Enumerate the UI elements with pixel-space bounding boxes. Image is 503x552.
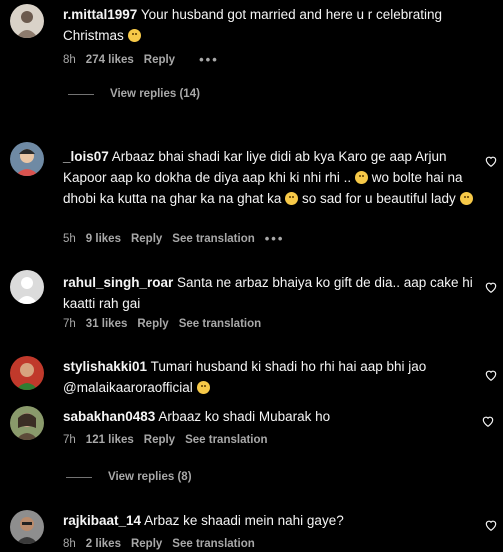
comment-username[interactable]: rahul_singh_roar	[63, 275, 173, 290]
comment-body: stylishakki01 Tumari husband ki shadi ho…	[63, 356, 468, 398]
heart-icon[interactable]	[484, 280, 498, 294]
emoji-icon	[196, 381, 210, 394]
avatar[interactable]	[10, 142, 44, 176]
see-translation-button[interactable]: See translation	[185, 434, 267, 446]
reply-button[interactable]: Reply	[131, 233, 162, 245]
comment-body: _lois07 Arbaaz bhai shadi kar liye didi …	[63, 146, 473, 209]
comment-username[interactable]: _lois07	[63, 149, 109, 164]
reply-button[interactable]: Reply	[131, 538, 162, 550]
comment-username[interactable]: rajkibaat_14	[63, 513, 141, 528]
comment-meta: 8h 274 likes Reply •••	[63, 52, 229, 67]
comment-username[interactable]: sabakhan0483	[63, 409, 155, 424]
see-translation-button[interactable]: See translation	[172, 233, 254, 245]
comment-time: 7h	[63, 318, 76, 330]
heart-icon[interactable]	[484, 518, 498, 532]
comment-item: sabakhan0483 Arbaaz ko shadi Mubarak ho …	[0, 404, 503, 490]
emoji-icon	[127, 29, 141, 42]
view-replies-label[interactable]: View replies (14)	[110, 88, 200, 100]
likes-count[interactable]: 121 likes	[86, 434, 134, 446]
view-replies-label[interactable]: View replies (8)	[108, 471, 192, 483]
comment-username[interactable]: stylishakki01	[63, 359, 147, 374]
reply-button[interactable]: Reply	[144, 434, 175, 446]
comment-username[interactable]: r.mittal1997	[63, 7, 137, 22]
avatar[interactable]	[10, 510, 44, 544]
avatar[interactable]	[10, 406, 44, 440]
see-translation-button[interactable]: See translation	[179, 318, 261, 330]
comment-body: sabakhan0483 Arbaaz ko shadi Mubarak ho	[63, 406, 468, 427]
likes-count[interactable]: 31 likes	[86, 318, 128, 330]
comment-body: r.mittal1997 Your husband got married an…	[63, 4, 468, 46]
emoji-icon	[354, 171, 368, 184]
comment-text-end: so sad for u beautiful lady	[301, 191, 456, 206]
comment-meta: 8h 2 likes Reply See translation	[63, 538, 265, 550]
more-options-icon[interactable]: •••	[265, 231, 285, 246]
comment-item: r.mittal1997 Your husband got married an…	[0, 0, 503, 110]
reply-button[interactable]: Reply	[144, 54, 175, 66]
avatar[interactable]	[10, 270, 44, 304]
heart-icon[interactable]	[481, 414, 495, 428]
avatar[interactable]	[10, 356, 44, 390]
comment-item: stylishakki01 Tumari husband ki shadi ho…	[0, 352, 503, 398]
heart-icon[interactable]	[484, 154, 498, 168]
divider	[66, 476, 92, 478]
comment-item: rahul_singh_roar Santa ne arbaz bhaiya k…	[0, 268, 503, 338]
comment-meta: 7h 31 likes Reply See translation	[63, 318, 271, 330]
likes-count[interactable]: 2 likes	[86, 538, 121, 550]
emoji-icon	[459, 192, 473, 205]
comment-body: rahul_singh_roar Santa ne arbaz bhaiya k…	[63, 272, 473, 314]
reply-button[interactable]: Reply	[137, 318, 168, 330]
heart-icon[interactable]	[484, 368, 498, 382]
comment-text: Arbaaz ko shadi Mubarak ho	[158, 409, 331, 424]
comment-item: rajkibaat_14 Arbaz ke shaadi mein nahi g…	[0, 508, 503, 552]
comment-item: _lois07 Arbaaz bhai shadi kar liye didi …	[0, 140, 503, 250]
comment-time: 8h	[63, 53, 76, 66]
likes-count[interactable]: 274 likes	[86, 54, 134, 66]
comment-time: 8h	[63, 538, 76, 550]
see-translation-button[interactable]: See translation	[172, 538, 254, 550]
comment-text: Arbaz ke shaadi mein nahi gaye?	[144, 513, 344, 528]
avatar[interactable]	[10, 4, 44, 38]
comment-meta: 7h 121 likes Reply See translation	[63, 434, 278, 446]
comment-body: rajkibaat_14 Arbaz ke shaadi mein nahi g…	[63, 510, 468, 531]
comment-time: 5h	[63, 232, 76, 245]
likes-count[interactable]: 9 likes	[86, 233, 121, 245]
more-options-icon[interactable]: •••	[199, 52, 219, 67]
emoji-icon	[285, 192, 299, 205]
view-replies-button[interactable]: View replies (14)	[68, 88, 200, 100]
view-replies-button[interactable]: View replies (8)	[66, 471, 192, 483]
comment-time: 7h	[63, 434, 76, 446]
divider	[68, 93, 94, 95]
comment-meta: 5h 9 likes Reply See translation •••	[63, 231, 294, 246]
